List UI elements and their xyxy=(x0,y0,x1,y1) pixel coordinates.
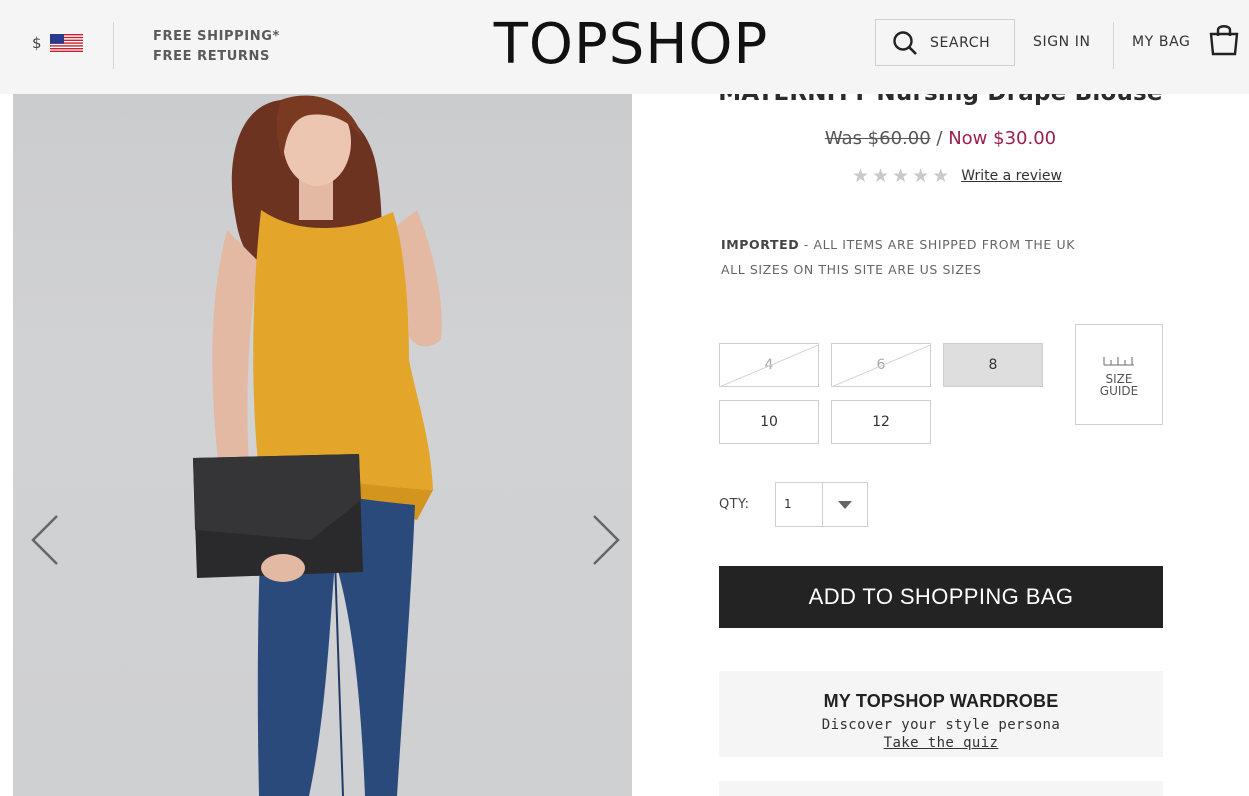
size-guide-line1: SIZE xyxy=(1105,371,1133,386)
site-header: $ FREE SHIPPING* FREE RETURNS TOPSHOP SE… xyxy=(0,0,1249,94)
size-label: 4 xyxy=(764,357,774,373)
shipping-info: IMPORTED - ALL ITEMS ARE SHIPPED FROM TH… xyxy=(721,232,1075,282)
size-guide-label: SIZE GUIDE xyxy=(1089,373,1149,397)
sign-in-link[interactable]: SIGN IN xyxy=(1033,34,1091,50)
quantity-select[interactable]: 1 xyxy=(775,482,868,527)
write-review-link[interactable]: Write a review xyxy=(961,168,1062,184)
wardrobe-subtitle: Discover your style persona xyxy=(821,717,1061,733)
wardrobe-panel: MY TOPSHOP WARDROBE Discover your style … xyxy=(719,671,1163,757)
size-label: 12 xyxy=(872,414,890,430)
size-option-12[interactable]: 12 xyxy=(831,400,931,444)
imported-label: IMPORTED xyxy=(721,237,800,252)
star-icon: ★ xyxy=(872,165,890,187)
search-button[interactable]: SEARCH xyxy=(875,19,1015,66)
star-icon: ★ xyxy=(912,165,930,187)
promo-line-returns: FREE RETURNS xyxy=(153,49,270,64)
ruler-icon xyxy=(1103,356,1134,366)
chevron-left-icon xyxy=(31,515,58,565)
us-flag-icon xyxy=(49,34,83,52)
star-icon: ★ xyxy=(892,165,910,187)
model-photo xyxy=(193,95,442,796)
promo-line-shipping: FREE SHIPPING* xyxy=(153,29,280,44)
price-was: Was $60.00 xyxy=(824,128,931,149)
header-divider xyxy=(113,22,114,69)
qty-label: QTY: xyxy=(719,497,750,512)
size-option-6[interactable]: 6 xyxy=(831,343,931,387)
size-label: 8 xyxy=(988,357,998,373)
next-image-button[interactable] xyxy=(588,510,628,570)
promo-text: FREE SHIPPING* FREE RETURNS xyxy=(153,27,280,67)
sizes-note: ALL SIZES ON THIS SITE ARE US SIZES xyxy=(721,262,982,277)
size-label: 6 xyxy=(876,357,886,373)
site-logo[interactable]: TOPSHOP xyxy=(486,10,776,80)
star-icon: ★ xyxy=(852,165,870,187)
currency-symbol: $ xyxy=(32,34,42,52)
star-icon: ★ xyxy=(932,165,950,187)
size-guide-button[interactable]: SIZE GUIDE xyxy=(1075,324,1163,425)
header-divider xyxy=(1113,22,1114,69)
wardrobe-title: MY TOPSHOP WARDROBE xyxy=(823,691,1059,711)
rating-stars: ★ ★ ★ ★ ★ xyxy=(852,166,949,186)
size-label: 10 xyxy=(760,414,778,430)
qty-value: 1 xyxy=(776,483,823,526)
my-bag-link[interactable]: MY BAG xyxy=(1132,34,1190,50)
chevron-right-icon xyxy=(593,515,620,565)
size-option-4[interactable]: 4 xyxy=(719,343,819,387)
next-panel xyxy=(719,781,1163,796)
price-now: Now $30.00 xyxy=(948,128,1057,149)
price-line: Was $60.00 / Now $30.00 xyxy=(632,128,1249,149)
previous-image-button[interactable] xyxy=(23,510,63,570)
shopping-bag-icon[interactable] xyxy=(1208,22,1240,56)
product-image xyxy=(13,0,632,796)
add-to-bag-button[interactable]: ADD TO SHOPPING BAG xyxy=(719,566,1163,628)
currency-selector[interactable]: $ xyxy=(32,34,83,52)
rating-row: ★ ★ ★ ★ ★ Write a review xyxy=(852,164,1062,188)
product-details: MATERNITY Nursing Drape Blouse Was $60.0… xyxy=(632,0,1249,796)
search-icon xyxy=(893,30,917,55)
imported-text: - ALL ITEMS ARE SHIPPED FROM THE UK xyxy=(799,237,1076,252)
price-separator: / xyxy=(936,128,943,149)
size-option-8[interactable]: 8 xyxy=(943,343,1043,387)
take-quiz-link[interactable]: Take the quiz xyxy=(884,735,999,751)
size-guide-line2: GUIDE xyxy=(1099,383,1139,398)
chevron-down-icon xyxy=(823,483,867,526)
search-label: SEARCH xyxy=(930,34,991,51)
size-option-10[interactable]: 10 xyxy=(719,400,819,444)
